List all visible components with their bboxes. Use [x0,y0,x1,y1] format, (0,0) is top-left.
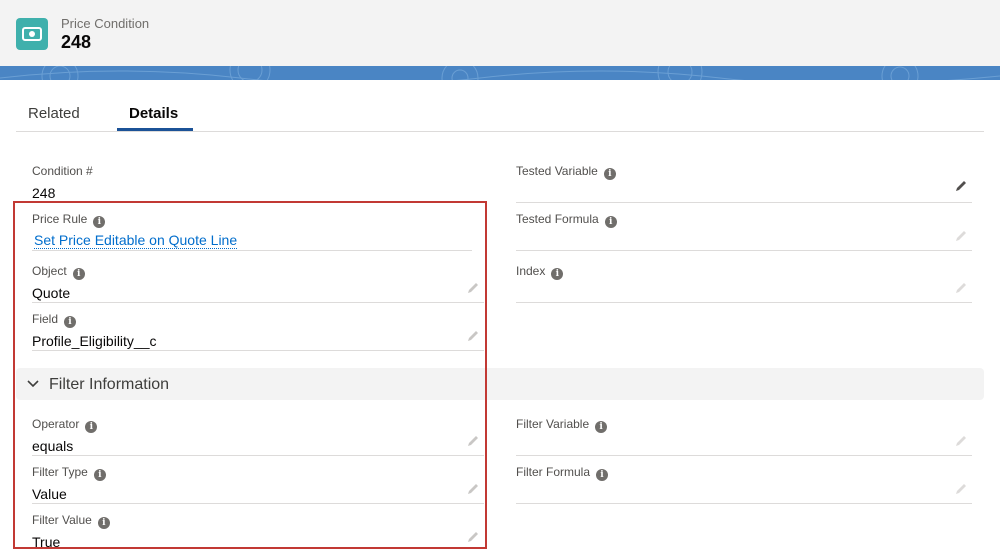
filter-variable-field: Filter Variable i [516,408,972,456]
object-field: Object i Quote [32,255,484,303]
tested-formula-field: Tested Formula i [516,203,972,251]
condition-number-value: 248 [32,185,56,201]
edit-pencil-icon[interactable] [466,329,480,343]
condition-number-label: Condition # [32,164,93,178]
filter-information-section-header[interactable]: Filter Information [16,368,984,400]
tab-details[interactable]: Details [129,105,178,122]
info-icon[interactable]: i [64,316,77,328]
edit-pencil-icon[interactable] [954,281,968,295]
edit-pencil-icon[interactable] [954,179,968,193]
info-icon[interactable]: i [595,421,608,433]
edit-pencil-icon[interactable] [954,482,968,496]
operator-label-wrap: Operator i [32,417,98,433]
field-label: Field [32,312,59,326]
filter-type-label: Filter Type [32,465,88,479]
tab-related[interactable]: Related [28,105,80,122]
operator-label: Operator [32,417,80,431]
record-name: 248 [61,32,92,52]
price-rule-link[interactable]: Set Price Editable on Quote Line [34,233,238,249]
edit-pencil-icon[interactable] [466,434,480,448]
record-header: Price Condition 248 [0,0,1000,67]
info-icon[interactable]: i [85,421,98,433]
section-title: Filter Information [49,376,170,393]
price-rule-field: Price Rule i Set Price Editable on Quote … [32,203,472,251]
filter-type-label-wrap: Filter Type i [32,465,106,481]
object-label-wrap: Object i [32,264,85,280]
filter-variable-label-wrap: Filter Variable i [516,417,608,433]
filter-formula-label-wrap: Filter Formula i [516,465,609,481]
info-icon[interactable]: i [603,168,616,180]
filter-type-field: Filter Type i Value [32,456,484,504]
edit-pencil-icon[interactable] [466,281,480,295]
filter-value-value: True [32,534,61,550]
info-icon[interactable]: i [97,517,110,529]
operator-field: Operator i equals [32,408,484,456]
index-label: Index [516,264,546,278]
object-value: Quote [32,285,71,301]
edit-pencil-icon[interactable] [954,229,968,243]
tested-formula-label-wrap: Tested Formula i [516,212,617,228]
header-banner [0,66,1000,80]
tab-bar: Related Details [16,91,984,132]
edit-pencil-icon[interactable] [466,530,480,544]
info-icon[interactable]: i [551,268,564,280]
filter-value-field: Filter Value i True [32,504,484,551]
info-icon[interactable]: i [93,216,106,228]
index-field: Index i [516,255,972,303]
index-label-wrap: Index i [516,264,564,280]
active-tab-indicator [117,128,193,131]
info-icon[interactable]: i [72,268,85,280]
tested-variable-label-wrap: Tested Variable i [516,164,616,180]
info-icon[interactable]: i [93,469,106,481]
chevron-down-icon [27,380,39,388]
price-condition-icon [16,18,48,50]
info-icon[interactable]: i [596,469,609,481]
filter-value-label-wrap: Filter Value i [32,513,110,529]
filter-type-value: Value [32,486,67,502]
field-field: Field i Profile_Eligibility__c [32,303,484,351]
operator-value: equals [32,438,74,454]
filter-variable-label: Filter Variable [516,417,590,431]
price-rule-label: Price Rule [32,212,88,226]
tested-variable-label: Tested Variable [516,164,598,178]
price-rule-label-wrap: Price Rule i [32,212,106,228]
tested-variable-field: Tested Variable i [516,155,972,203]
field-value: Profile_Eligibility__c [32,333,157,349]
info-icon[interactable]: i [604,216,617,228]
tested-formula-label: Tested Formula [516,212,599,226]
object-label: Object [32,264,67,278]
filter-formula-field: Filter Formula i [516,456,972,504]
field-label-wrap: Field i [32,312,77,328]
edit-pencil-icon[interactable] [954,434,968,448]
edit-pencil-icon[interactable] [466,482,480,496]
condition-number-field: Condition # 248 [32,155,472,203]
filter-formula-label: Filter Formula [516,465,591,479]
filter-value-label: Filter Value [32,513,92,527]
object-type-label: Price Condition [61,16,150,31]
